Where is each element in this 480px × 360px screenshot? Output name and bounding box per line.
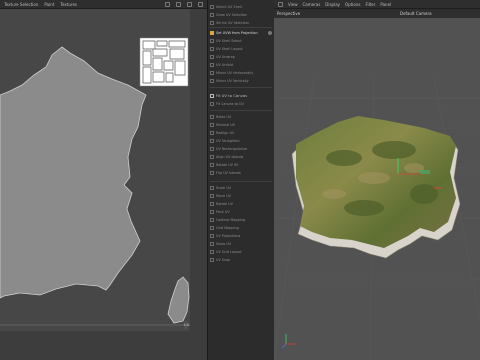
straighten-icon: [210, 138, 214, 143]
options-icon[interactable]: [268, 30, 272, 35]
tool-mirror-vertical[interactable]: Mirror UV Vertically: [210, 77, 272, 84]
uv-shell-svg: [0, 3, 190, 329]
divider: [210, 181, 272, 182]
rotate-icon: [210, 162, 214, 167]
tool-select-uv-shell[interactable]: Select UV Shell: [210, 3, 272, 10]
texture-thumbnail: [139, 37, 189, 87]
mirror-h-icon: [210, 70, 214, 75]
tool-uv-straighten[interactable]: UV Straighten: [210, 137, 272, 144]
pack-icon: [210, 209, 214, 214]
tool-fit-uv-to-canvas[interactable]: Fit UV to Canvas: [210, 92, 272, 99]
snap-icon: [210, 257, 214, 262]
tool-realign-uv[interactable]: Realign UV: [210, 129, 272, 136]
divider: [210, 87, 272, 88]
mapping-icon: [210, 217, 214, 222]
tool-grow-uv-selection[interactable]: Grow UV Selection: [210, 11, 272, 18]
tool-flip-uv-islands[interactable]: Flip UV Islands: [210, 169, 272, 176]
minimal-icon: [210, 122, 214, 127]
show-icon: [210, 241, 214, 246]
layout-icon[interactable]: [165, 1, 170, 7]
menu-paint[interactable]: Paint: [44, 2, 54, 7]
flip-icon: [210, 170, 214, 175]
layout-icon: [210, 46, 214, 51]
projection-icon: [210, 233, 214, 238]
rectangularize-icon: [210, 146, 214, 151]
menu-filter[interactable]: Filter: [365, 2, 375, 7]
menu-options[interactable]: Options: [345, 2, 360, 7]
grid-icon: [210, 225, 214, 230]
uv-tools-panel: Select UV Shell Grow UV Selection Shrink…: [207, 0, 275, 360]
tool-mirror-horizontal[interactable]: Mirror UV Horizontally: [210, 69, 272, 76]
uv-menubar: Texture Selection Paint Textures: [0, 0, 207, 9]
tool-pack-uv[interactable]: Pack UV: [210, 208, 272, 215]
tool-shrink-uv-selection[interactable]: Shrink UV Selection: [210, 19, 272, 26]
viewport-svg: [274, 77, 480, 360]
tool-uv-shell-layout[interactable]: UV Shell Layout: [210, 45, 272, 52]
pan-icon[interactable]: [187, 1, 192, 7]
unfold-icon: [210, 62, 214, 67]
menu-cameras[interactable]: Cameras: [303, 2, 321, 7]
tool-uv-shell-select[interactable]: UV Shell Select: [210, 37, 272, 44]
scale-icon: [210, 185, 214, 190]
tool-minimal-uv[interactable]: Minimal UV: [210, 121, 272, 128]
tool-grid-mapping[interactable]: Grid Mapping: [210, 224, 272, 231]
relax-icon: [210, 114, 214, 119]
tool-move-uv[interactable]: Move UV: [210, 192, 272, 199]
tool-uv-grid-layout[interactable]: UV Grid Layout: [210, 248, 272, 255]
tool-set-uvw-from-projection[interactable]: Set UVW from Projection: [210, 29, 272, 36]
menu-panel[interactable]: Panel: [380, 2, 391, 7]
viewport-header: Perspective Default Camera: [274, 9, 480, 18]
view-name: Perspective: [277, 11, 301, 16]
tool-rotate-uv-90[interactable]: Rotate UV 90: [210, 161, 272, 168]
gizmo-handle[interactable]: [420, 170, 430, 174]
zoom-icon[interactable]: [176, 1, 181, 7]
tool-uv-snap[interactable]: UV Snap: [210, 256, 272, 263]
tool-rotate-uv[interactable]: Rotate UV: [210, 200, 272, 207]
menu-textures[interactable]: Textures: [60, 2, 77, 7]
menu-texture-selection[interactable]: Texture Selection: [4, 2, 38, 7]
grid-layout-icon: [210, 249, 214, 254]
uv-scale-label: 1.0: [183, 323, 189, 327]
fit-canvas-icon: [210, 93, 214, 98]
viewport-menu-icon[interactable]: [278, 1, 283, 7]
viewport-panel: View Cameras Display Options Filter Pane…: [274, 0, 480, 360]
shell-icon: [210, 38, 214, 43]
grow-icon: [210, 12, 214, 17]
3d-viewport[interactable]: [274, 18, 480, 360]
align-icon: [210, 154, 214, 159]
uv-editor-panel: Texture Selection Paint Textures 1.0: [0, 0, 207, 360]
viewport-menubar: View Cameras Display Options Filter Pane…: [274, 0, 480, 9]
camera-name[interactable]: Default Camera: [400, 11, 432, 16]
realign-icon: [210, 130, 214, 135]
tool-optimal-mapping[interactable]: Optimal Mapping: [210, 216, 272, 223]
shrink-icon: [210, 20, 214, 25]
tool-show-uv[interactable]: Show UV: [210, 240, 272, 247]
uv-canvas[interactable]: 1.0: [0, 3, 190, 331]
expand-icon[interactable]: [198, 1, 203, 7]
projection-icon: [210, 30, 214, 35]
france-uv-shell[interactable]: [0, 46, 147, 299]
move-icon: [210, 193, 214, 198]
menu-view[interactable]: View: [288, 2, 298, 7]
fit-uv-icon: [210, 101, 214, 106]
corsica-uv-shell[interactable]: [167, 276, 190, 324]
divider: [210, 27, 272, 28]
tool-uv-rectangularize[interactable]: UV Rectangularize: [210, 145, 272, 152]
tool-uv-projections[interactable]: UV Projections: [210, 232, 272, 239]
tool-uv-unfold[interactable]: UV Unfold: [210, 61, 272, 68]
tool-uv-unwrap[interactable]: UV Unwrap: [210, 53, 272, 60]
unwrap-icon: [210, 54, 214, 59]
divider: [210, 110, 272, 111]
tool-relax-uv[interactable]: Relax UV: [210, 113, 272, 120]
tool-fit-canvas-to-uv[interactable]: Fit Canvas to UV: [210, 100, 272, 107]
axis-indicator: [281, 334, 296, 349]
tool-align-uv-islands[interactable]: Align UV Islands: [210, 153, 272, 160]
menu-display[interactable]: Display: [325, 2, 340, 7]
rotate-icon: [210, 201, 214, 206]
select-icon: [210, 4, 214, 9]
tool-scale-uv[interactable]: Scale UV: [210, 184, 272, 191]
mirror-v-icon: [210, 78, 214, 83]
